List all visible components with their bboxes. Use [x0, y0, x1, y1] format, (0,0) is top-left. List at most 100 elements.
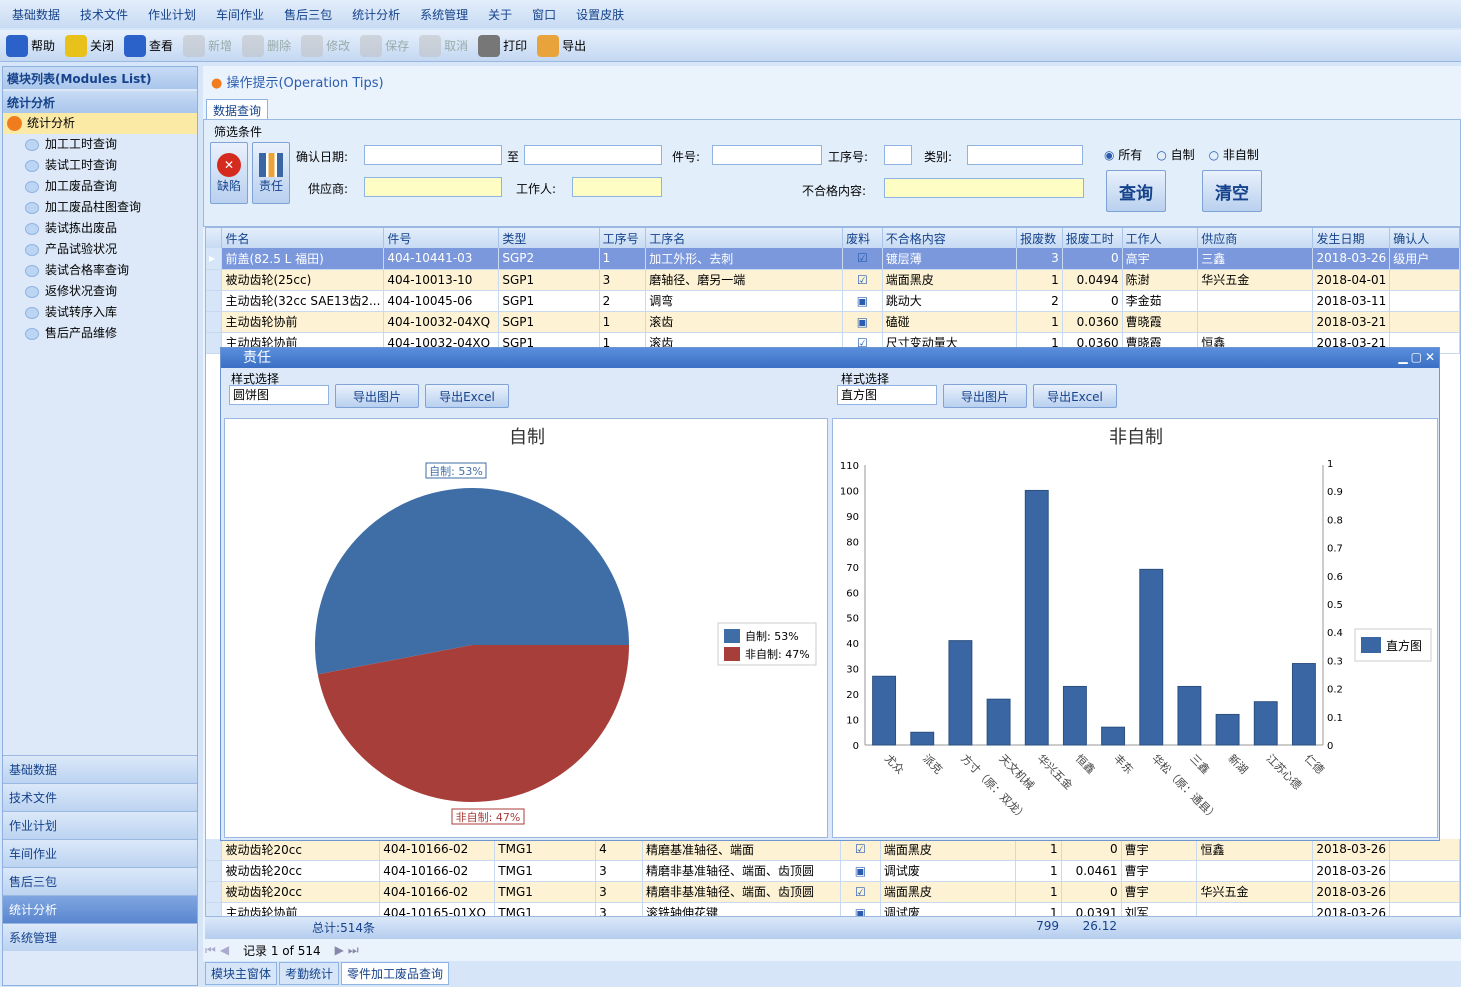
column-header[interactable]: 类型 — [498, 228, 600, 248]
table-row[interactable]: ▸ 前盖(82.5 L 福田) 404-10441-03 SGP2 1 加工外形、去刺 ☑ 镀… — [206, 248, 1460, 270]
column-header[interactable]: 报废数 — [1016, 228, 1063, 248]
menu-item[interactable]: 车间作业 — [216, 6, 264, 23]
table-row[interactable]: 被动齿轮20cc 404-10166-02 TMG1 3 精磨非基准轴径、端面、齿顶圆 ▣… — [206, 860, 1460, 882]
row-indicator[interactable]: ▸ — [206, 248, 223, 270]
menu-item[interactable]: 基础数据 — [12, 6, 60, 23]
category-select[interactable] — [967, 145, 1083, 165]
nav-button[interactable]: 车间作业 — [3, 839, 197, 867]
clear-button[interactable]: 清空 — [1202, 170, 1262, 212]
worker-select[interactable] — [572, 177, 662, 197]
prev-page-icon[interactable]: ◀ — [220, 943, 229, 957]
menu-item[interactable]: 作业计划 — [148, 6, 196, 23]
tree-item[interactable]: 加工工时查询 — [3, 134, 197, 155]
column-header[interactable]: 工序号 — [599, 228, 647, 248]
last-page-icon[interactable]: ⏭ — [348, 943, 359, 958]
right-export-image-button[interactable]: 导出图片 — [943, 384, 1027, 408]
proc-input[interactable] — [884, 145, 912, 165]
nav-button[interactable]: 售后三包 — [3, 867, 197, 895]
tree-root[interactable]: 统计分析 — [3, 113, 197, 134]
checkbox-unchecked-icon[interactable]: ▣ — [855, 906, 866, 917]
column-header[interactable]: 不合格内容 — [882, 228, 1018, 248]
right-style-select[interactable]: 直方图 — [837, 385, 937, 405]
menu-item[interactable]: 技术文件 — [80, 6, 128, 23]
next-page-icon[interactable]: ▶ — [335, 943, 344, 957]
column-header[interactable]: 工作人 — [1122, 228, 1199, 248]
row-indicator[interactable] — [206, 839, 223, 861]
checkbox-checked-icon[interactable]: ☑ — [857, 273, 868, 287]
column-header[interactable]: 废料 — [842, 228, 883, 248]
nav-button[interactable]: 基础数据 — [3, 755, 197, 783]
window-tab[interactable]: 考勤统计 — [279, 962, 340, 985]
tree-item[interactable]: 装试转序入库 — [3, 302, 197, 323]
table-row[interactable]: 被动齿轮20cc 404-10166-02 TMG1 3 精磨非基准轴径、端面、齿顶圆 ☑… — [206, 881, 1460, 903]
table-row[interactable]: 被动齿轮(25cc) 404-10013-10 SGP1 3 磨轴径、磨另一端 ☑ 端面黑皮… — [206, 269, 1460, 291]
new-button[interactable]: 新增 — [183, 34, 232, 57]
tree-item[interactable]: 加工废品查询 — [3, 176, 197, 197]
checkbox-unchecked-icon[interactable]: ▣ — [857, 315, 868, 329]
cancel-button[interactable]: 取消 — [419, 34, 468, 57]
export-button[interactable]: 导出 — [537, 34, 586, 57]
checkbox-unchecked-icon[interactable]: ▣ — [857, 294, 868, 308]
row-indicator[interactable] — [206, 860, 223, 882]
row-indicator[interactable] — [206, 902, 223, 916]
nav-button[interactable]: 系统管理 — [3, 923, 197, 951]
minimize-icon[interactable]: ▁ — [1398, 350, 1407, 364]
exit-button[interactable]: 关闭 — [65, 34, 114, 57]
left-style-select[interactable]: 圆饼图 — [229, 385, 329, 405]
edit-button[interactable]: 修改 — [301, 34, 350, 57]
row-indicator[interactable] — [206, 881, 223, 903]
defect-content-select[interactable] — [884, 178, 1084, 198]
nav-button[interactable]: 统计分析 — [3, 895, 197, 923]
checkbox-unchecked-icon[interactable]: ▣ — [855, 864, 866, 878]
save-button[interactable]: 保存 — [360, 34, 409, 57]
supplier-input[interactable] — [364, 177, 502, 197]
table-row[interactable]: 主动齿轮协前 404-10032-04XQ SGP1 1 滚齿 ▣ 磕碰 1 0.0360 曹晓霞… — [206, 311, 1460, 333]
checkbox-checked-icon[interactable]: ☑ — [855, 885, 866, 899]
table-row[interactable]: 主动齿轮(32cc SAE13齿2... 404-10045-06 SGP1 2 调弯 ▣… — [206, 290, 1460, 312]
menu-item[interactable]: 系统管理 — [420, 6, 468, 23]
tab-data-query[interactable]: 数据查询 — [206, 99, 269, 121]
menu-item[interactable]: 设置皮肤 — [576, 6, 624, 23]
tree-item[interactable]: 返修状况查询 — [3, 281, 197, 302]
left-export-excel-button[interactable]: 导出Excel — [425, 384, 509, 408]
left-export-image-button[interactable]: 导出图片 — [335, 384, 419, 408]
right-export-excel-button[interactable]: 导出Excel — [1033, 384, 1117, 408]
radio-option[interactable]: ○ 非自制 — [1209, 146, 1259, 163]
nav-button[interactable]: 作业计划 — [3, 811, 197, 839]
delete-button[interactable]: 删除 — [242, 34, 291, 57]
menu-item[interactable]: 关于 — [488, 6, 512, 23]
table-row[interactable]: 主动齿轮协前 404-10165-01XQ TMG1 3 滚铣轴伸花键 ▣ 调试废 1 0.03… — [206, 902, 1460, 917]
close-icon[interactable]: ✕ — [1425, 350, 1435, 364]
checkbox-checked-icon[interactable]: ☑ — [857, 251, 868, 265]
tree-item[interactable]: 装试合格率查询 — [3, 260, 197, 281]
table-row[interactable]: 被动齿轮20cc 404-10166-02 TMG1 4 精磨基准轴径、端面 ☑ 端面黑皮 1… — [206, 839, 1460, 861]
window-tab[interactable]: 零件加工废品查询 — [341, 962, 450, 985]
menu-item[interactable]: 窗口 — [532, 6, 556, 23]
help-button[interactable]: 帮助 — [6, 34, 55, 57]
tree-item[interactable]: 产品试验状况 — [3, 239, 197, 260]
tree-item[interactable]: 售后产品维修 — [3, 323, 197, 344]
group-header[interactable]: 统计分析 — [3, 91, 197, 113]
part-input[interactable] — [712, 145, 822, 165]
row-indicator[interactable] — [206, 269, 223, 291]
tree-item[interactable]: 加工废品柱图查询 — [3, 197, 197, 218]
query-button[interactable]: 查询 — [1106, 170, 1166, 212]
maximize-icon[interactable]: ▢ — [1411, 350, 1422, 364]
radio-option[interactable]: ◉ 所有 — [1104, 146, 1142, 163]
column-header[interactable]: 工序名 — [645, 228, 844, 248]
column-header[interactable]: 确认人 — [1389, 228, 1460, 248]
row-indicator[interactable] — [206, 311, 223, 333]
window-tab[interactable]: 模块主窗体 — [205, 962, 278, 985]
first-page-icon[interactable]: ⏮ — [205, 943, 216, 958]
date-to-input[interactable] — [524, 145, 662, 165]
tree-item[interactable]: 装试工时查询 — [3, 155, 197, 176]
column-header[interactable]: 供应商 — [1197, 228, 1314, 248]
radio-option[interactable]: ○ 自制 — [1156, 146, 1194, 163]
menu-item[interactable]: 统计分析 — [352, 6, 400, 23]
column-header[interactable]: 件名 — [221, 228, 385, 248]
column-header[interactable]: 报废工时 — [1062, 228, 1123, 248]
row-indicator[interactable] — [206, 290, 223, 312]
responsibility-button[interactable]: 责任 — [252, 142, 290, 204]
date-from-input[interactable] — [364, 145, 502, 165]
view-button[interactable]: 查看 — [124, 34, 173, 57]
